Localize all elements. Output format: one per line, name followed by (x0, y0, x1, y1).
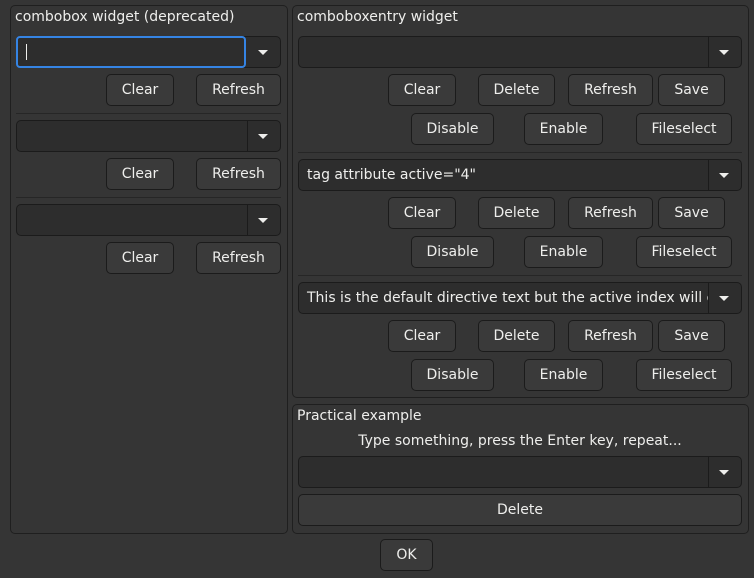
separator (16, 197, 281, 198)
combobox-2-refresh-button[interactable]: Refresh (196, 158, 281, 190)
combobox-1-dropdown-button[interactable] (246, 37, 280, 67)
comboboxentry-2-enable-button[interactable]: Enable (524, 236, 603, 268)
comboboxentry-1[interactable] (298, 36, 742, 68)
comboboxentry-2-disable-button[interactable]: Disable (411, 236, 494, 268)
practical-dropdown-button[interactable] (707, 457, 741, 487)
combobox-1-clear-button[interactable]: Clear (106, 74, 174, 106)
comboboxentry-1-entry[interactable] (299, 37, 709, 67)
practical-entry[interactable] (299, 457, 709, 487)
comboboxentry-1-fileselect-button[interactable]: Fileselect (636, 113, 732, 145)
combobox-3-clear-button[interactable]: Clear (106, 242, 174, 274)
combobox-2-dropdown-button[interactable] (246, 121, 280, 151)
comboboxentry-1-delete-button[interactable]: Delete (478, 74, 555, 106)
comboboxentry-1-clear-button[interactable]: Clear (388, 74, 456, 106)
separator (16, 113, 281, 114)
practical-example-title: Practical example (297, 408, 422, 424)
comboboxentry-1-disable-button[interactable]: Disable (411, 113, 494, 145)
combobox-2[interactable] (16, 120, 281, 152)
comboboxentry-2-delete-button[interactable]: Delete (478, 197, 555, 229)
separator (298, 152, 742, 153)
chevron-down-icon (719, 49, 729, 55)
combobox-1[interactable] (16, 36, 281, 68)
comboboxentry-2-save-button[interactable]: Save (658, 197, 725, 229)
chevron-down-icon (258, 217, 268, 223)
chevron-down-icon (258, 49, 268, 55)
comboboxentry-2-dropdown-button[interactable] (707, 160, 741, 190)
comboboxentry-1-dropdown-button[interactable] (707, 37, 741, 67)
chevron-down-icon (719, 469, 729, 475)
chevron-down-icon (719, 295, 729, 301)
comboboxentry-3-entry[interactable]: This is the default directive text but t… (299, 283, 709, 313)
combobox-2-field[interactable] (17, 121, 248, 151)
comboboxentry-2[interactable]: tag attribute active="4" (298, 159, 742, 191)
comboboxentry-1-save-button[interactable]: Save (658, 74, 725, 106)
comboboxentry-3-refresh-button[interactable]: Refresh (568, 320, 653, 352)
combobox-3[interactable] (16, 204, 281, 236)
separator (298, 275, 742, 276)
comboboxentry-1-refresh-button[interactable]: Refresh (568, 74, 653, 106)
comboboxentry-3[interactable]: This is the default directive text but t… (298, 282, 742, 314)
chevron-down-icon (258, 133, 268, 139)
comboboxentry-2-clear-button[interactable]: Clear (388, 197, 456, 229)
practical-instruction: Type something, press the Enter key, rep… (358, 433, 682, 449)
combobox-3-dropdown-button[interactable] (246, 205, 280, 235)
combobox-1-entry[interactable] (16, 36, 246, 68)
comboboxentry-2-entry[interactable]: tag attribute active="4" (299, 160, 709, 190)
combobox-3-refresh-button[interactable]: Refresh (196, 242, 281, 274)
chevron-down-icon (719, 172, 729, 178)
comboboxentry-3-fileselect-button[interactable]: Fileselect (636, 359, 732, 391)
comboboxentry-3-dropdown-button[interactable] (707, 283, 741, 313)
combobox-3-field[interactable] (17, 205, 248, 235)
combobox-2-clear-button[interactable]: Clear (106, 158, 174, 190)
combobox-1-refresh-button[interactable]: Refresh (196, 74, 281, 106)
comboboxentry-3-clear-button[interactable]: Clear (388, 320, 456, 352)
comboboxentry-3-save-button[interactable]: Save (658, 320, 725, 352)
comboboxentry-3-delete-button[interactable]: Delete (478, 320, 555, 352)
practical-comboboxentry[interactable] (298, 456, 742, 488)
comboboxentry-3-enable-button[interactable]: Enable (524, 359, 603, 391)
text-caret (26, 44, 27, 60)
practical-delete-button[interactable]: Delete (298, 494, 742, 526)
comboboxentry-1-enable-button[interactable]: Enable (524, 113, 603, 145)
ok-button[interactable]: OK (380, 539, 433, 571)
comboboxentry-3-disable-button[interactable]: Disable (411, 359, 494, 391)
comboboxentry-frame-title: comboboxentry widget (297, 9, 458, 25)
comboboxentry-2-fileselect-button[interactable]: Fileselect (636, 236, 732, 268)
comboboxentry-2-refresh-button[interactable]: Refresh (568, 197, 653, 229)
combobox-frame-title: combobox widget (deprecated) (15, 9, 235, 25)
